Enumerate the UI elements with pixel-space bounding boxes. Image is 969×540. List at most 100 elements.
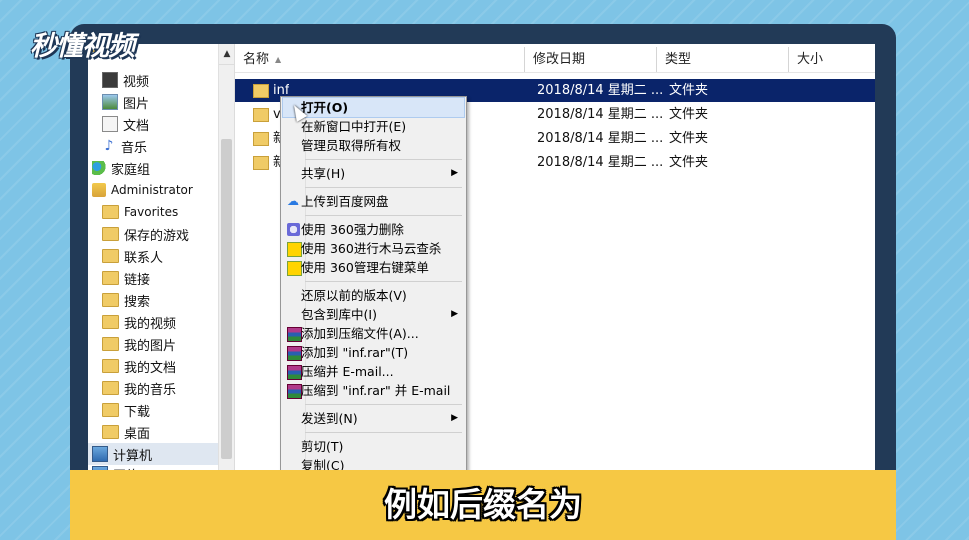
folder-icon <box>253 84 269 98</box>
menu-item-open-new-window[interactable]: 在新窗口中打开(E) <box>283 117 464 136</box>
picture-icon <box>102 94 118 110</box>
menu-item-label: 使用 360管理右键菜单 <box>301 260 429 275</box>
context-menu: 打开(O) 在新窗口中打开(E) 管理员取得所有权 共享(H) ▶ ☁ 上传到百度网… <box>280 96 467 470</box>
menu-item-share[interactable]: 共享(H) ▶ <box>283 164 464 183</box>
file-type: 文件夹 <box>669 83 709 98</box>
nav-item-my-music[interactable]: 我的音乐 <box>102 377 176 399</box>
sort-ascending-icon: ▲ <box>275 55 282 64</box>
menu-item-upload-baidu[interactable]: ☁ 上传到百度网盘 <box>283 192 464 211</box>
menu-item-360-manage[interactable]: 使用 360管理右键菜单 <box>283 258 464 277</box>
menu-item-compress-email[interactable]: 压缩并 E-mail... <box>283 362 464 381</box>
menu-item-include-library[interactable]: 包含到库中(I) ▶ <box>283 305 464 324</box>
menu-item-label: 包含到库中(I) <box>301 307 377 322</box>
menu-item-compress-inf-email[interactable]: 压缩到 "inf.rar" 并 E-mail <box>283 381 464 400</box>
column-header-size[interactable]: 大小 <box>789 47 875 72</box>
user-folder-icon <box>92 183 106 197</box>
menu-item-cut[interactable]: 剪切(T) <box>283 437 464 456</box>
menu-item-restore-versions[interactable]: 还原以前的版本(V) <box>283 286 464 305</box>
nav-item-my-videos[interactable]: 我的视频 <box>102 311 176 333</box>
nav-item-label: Administrator <box>111 183 193 197</box>
nav-item-searches[interactable]: 搜索 <box>102 289 150 311</box>
menu-separator <box>305 159 462 160</box>
column-header-date[interactable]: 修改日期 <box>525 47 657 72</box>
column-header-label: 大小 <box>797 52 824 67</box>
scroll-thumb[interactable] <box>221 139 232 459</box>
nav-item-saved-games[interactable]: 保存的游戏 <box>102 223 189 245</box>
navigation-pane: 库 视频 图片 文档 ♪ 音乐 家庭组 Administrator Favorit… <box>88 44 218 470</box>
nav-item-favorites[interactable]: Favorites <box>102 201 178 223</box>
my-videos-icon <box>102 315 119 329</box>
nav-item-contacts[interactable]: 联系人 <box>102 245 163 267</box>
menu-item-label: 上传到百度网盘 <box>301 194 389 209</box>
winrar-icon <box>287 327 302 342</box>
my-music-icon <box>102 381 119 395</box>
menu-separator <box>305 281 462 282</box>
nav-item-links[interactable]: 链接 <box>102 267 150 289</box>
nav-item-label: 保存的游戏 <box>124 228 190 244</box>
file-date: 2018/8/14 星期二 ... <box>537 131 664 146</box>
explorer-window: 库 视频 图片 文档 ♪ 音乐 家庭组 Administrator Favorit… <box>88 44 875 470</box>
nav-item-my-documents[interactable]: 我的文档 <box>102 355 176 377</box>
360-delete-icon <box>287 223 300 236</box>
nav-item-my-pictures[interactable]: 我的图片 <box>102 333 176 355</box>
menu-item-label: 添加到压缩文件(A)... <box>301 326 419 341</box>
menu-item-add-archive[interactable]: 添加到压缩文件(A)... <box>283 324 464 343</box>
nav-item-label: Favorites <box>124 205 179 219</box>
file-date: 2018/8/14 星期二 ... <box>537 107 664 122</box>
nav-item-video[interactable]: 视频 <box>102 69 149 91</box>
360-manage-icon <box>287 261 302 276</box>
saved-games-icon <box>102 227 119 241</box>
nav-item-computer[interactable]: 计算机 <box>88 443 218 465</box>
menu-item-label: 发送到(N) <box>301 411 358 426</box>
file-date: 2018/8/14 星期二 ... <box>537 155 664 170</box>
column-header-label: 修改日期 <box>533 52 586 67</box>
winrar-icon <box>287 365 302 380</box>
nav-item-pictures[interactable]: 图片 <box>102 91 149 113</box>
folder-icon <box>253 132 269 146</box>
column-header-label: 名称 <box>243 52 270 67</box>
menu-item-label: 复制(C) <box>301 458 345 470</box>
winrar-icon <box>287 384 302 399</box>
file-type: 文件夹 <box>669 107 709 122</box>
nav-item-network[interactable]: 网络 <box>92 463 139 470</box>
nav-item-downloads[interactable]: 下载 <box>102 399 150 421</box>
menu-item-360-scan[interactable]: 使用 360进行木马云查杀 <box>283 239 464 258</box>
nav-item-label: 我的视频 <box>124 316 177 332</box>
nav-item-homegroup[interactable]: 家庭组 <box>92 157 150 179</box>
nav-item-label: 我的图片 <box>124 338 177 354</box>
nav-scrollbar[interactable]: ▲ <box>218 44 235 470</box>
homegroup-icon <box>92 161 106 175</box>
menu-item-send-to[interactable]: 发送到(N) ▶ <box>283 409 464 428</box>
menu-item-label: 添加到 "inf.rar"(T) <box>301 345 409 360</box>
menu-item-360-delete[interactable]: 使用 360强力删除 <box>283 220 464 239</box>
menu-item-add-inf-rar[interactable]: 添加到 "inf.rar"(T) <box>283 343 464 362</box>
submenu-arrow-icon: ▶ <box>451 413 458 423</box>
nav-item-music[interactable]: ♪ 音乐 <box>102 135 147 157</box>
nav-item-administrator[interactable]: Administrator <box>92 179 193 201</box>
menu-item-label: 管理员取得所有权 <box>301 138 402 153</box>
menu-item-label: 压缩并 E-mail... <box>301 364 394 379</box>
menu-item-copy[interactable]: 复制(C) <box>283 456 464 470</box>
menu-item-label: 使用 360进行木马云查杀 <box>301 241 442 256</box>
baidu-cloud-icon: ☁ <box>287 194 299 208</box>
column-header-name[interactable]: 名称 ▲ <box>235 47 525 72</box>
nav-item-label: 搜索 <box>124 294 151 310</box>
menu-item-open[interactable]: 打开(O) <box>282 97 465 118</box>
my-pictures-icon <box>102 337 119 351</box>
my-documents-icon <box>102 359 119 373</box>
subtitle-text: 例如后缀名为 <box>384 485 582 524</box>
desktop-icon <box>102 425 119 439</box>
nav-item-label: 我的音乐 <box>124 382 177 398</box>
document-icon <box>102 116 118 132</box>
column-header-type[interactable]: 类型 <box>657 47 789 72</box>
scroll-up-arrow-icon[interactable]: ▲ <box>219 44 235 65</box>
menu-separator <box>305 404 462 405</box>
nav-item-desktop[interactable]: 桌面 <box>102 421 150 443</box>
nav-item-label: 视频 <box>123 74 150 90</box>
searches-icon <box>102 293 119 307</box>
nav-item-documents[interactable]: 文档 <box>102 113 149 135</box>
subtitle-bar: 例如后缀名为 <box>70 470 896 540</box>
column-header-label: 类型 <box>665 52 692 67</box>
menu-item-take-ownership[interactable]: 管理员取得所有权 <box>283 136 464 155</box>
nav-item-label: 链接 <box>124 272 151 288</box>
